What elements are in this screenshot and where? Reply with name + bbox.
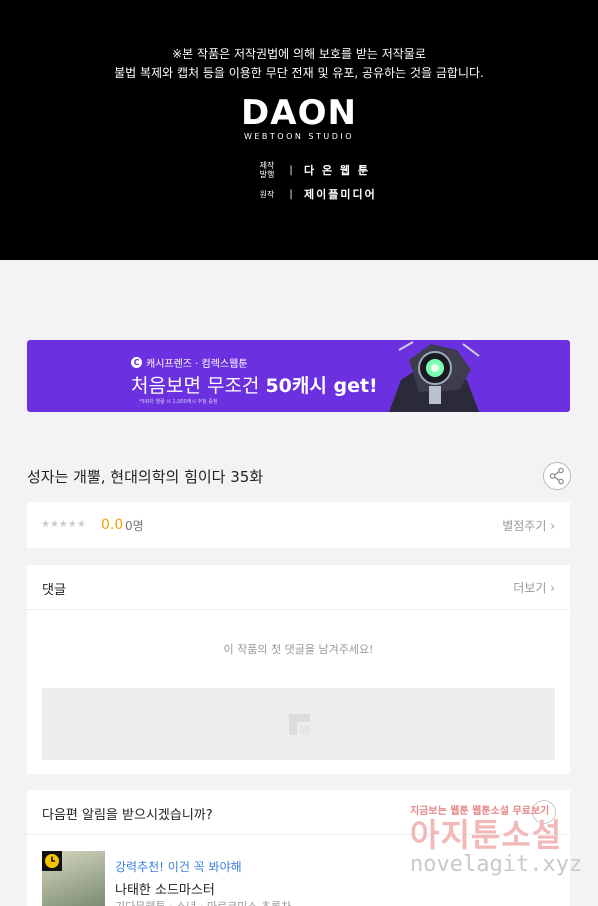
watermark-brand: 아지툰소설: [410, 816, 563, 854]
comments-card: 댓글 더보기 › 이 작품의 첫 댓글을 남겨주세요!: [27, 565, 570, 774]
episode-title: 성자는 개뿔, 현대의학의 힘이다 35화: [27, 468, 264, 486]
banner-tag: C 캐시프렌즈 · 컴렉스웹툰: [131, 355, 248, 370]
comments-header: 댓글 더보기 ›: [27, 565, 570, 610]
watermark-top: 지금보는 웹툰 웹툰소설 무료보기: [410, 806, 550, 817]
recommended-title[interactable]: 나태한 소드마스터: [115, 879, 215, 898]
cyborg-illustration-icon: [379, 340, 489, 412]
credit-row-production: 제작 발행 | 다 온 웹 툰: [256, 158, 386, 182]
share-icon: [549, 467, 564, 485]
promo-banner[interactable]: C 캐시프렌즈 · 컴렉스웹툰 처음보면 무조건 50캐시 get!! *5화차…: [27, 340, 570, 412]
credit-key: 원작: [259, 189, 275, 199]
share-button[interactable]: [543, 462, 571, 490]
watermark-url: novelagit.xyz: [410, 852, 583, 877]
comments-empty-message: 이 작품의 첫 댓글을 남겨주세요!: [223, 643, 374, 656]
rating-card: ★★★★★ 0.0 0명 별점주기 ›: [27, 502, 570, 548]
banner-headline-prefix: 처음보면 무조건: [131, 375, 266, 397]
clock-icon: [42, 851, 62, 871]
credits: 제작 발행 | 다 온 웹 툰 원작 | 제이플미디어: [256, 158, 386, 206]
rating-score: 0.0: [101, 517, 124, 533]
copyright-notice: ※본 작품은 저작권법에 의해 보호를 받는 저작물로 불법 복제와 캡처 등을…: [0, 0, 598, 260]
rate-button[interactable]: 별점주기 ›: [502, 517, 555, 534]
credit-key: 제작 발행: [259, 161, 275, 179]
rating-count: 0명: [125, 519, 144, 533]
credit-value: 제이플미디어: [304, 188, 377, 201]
notification-question: 다음편 알림을 받으시겠습니까?: [42, 808, 213, 823]
comments-title: 댓글: [42, 583, 66, 598]
comment-input[interactable]: [42, 688, 555, 760]
star-rating-icon: ★★★★★: [41, 519, 86, 530]
banner-tag-text: 캐시프렌즈 · 컴렉스웹툰: [146, 359, 248, 370]
placeholder-icon: [289, 714, 310, 735]
logo-text: DAON: [241, 93, 357, 133]
studio-logo: DAON WEBTOON STUDIO: [0, 96, 598, 141]
credit-value: 다 온 웹 툰: [304, 164, 370, 177]
banner-headline-bold: 50캐시 get!!: [265, 375, 387, 397]
comments-more-link[interactable]: 더보기 ›: [513, 579, 555, 596]
notice-line-2: 불법 복제와 캡처 등을 이용한 무단 전재 및 유포, 공유하는 것을 금합니…: [114, 66, 484, 80]
recommended-meta: 기다무웹툰 · 소년 · 마르코미스 초록차: [115, 898, 291, 906]
recommend-label: 강력추천! 이건 꼭 봐야해: [115, 860, 242, 874]
cash-icon: C: [131, 357, 142, 368]
banner-fine-print: *5화차 열람 시 1,000캐시 추첨 증정: [139, 399, 218, 405]
credit-separator: |: [289, 188, 293, 200]
banner-headline: 처음보면 무조건 50캐시 get!!: [131, 371, 386, 398]
logo-subtitle: WEBTOON STUDIO: [243, 132, 355, 141]
credit-separator: |: [289, 164, 293, 176]
site-watermark: 지금보는 웹툰 웹툰소설 무료보기 아지툰소설 novelagit.xyz: [410, 802, 583, 892]
credit-row-original: 원작 | 제이플미디어: [256, 182, 386, 206]
notice-line-1: ※본 작품은 저작권법에 의해 보호를 받는 저작물로: [172, 47, 426, 61]
